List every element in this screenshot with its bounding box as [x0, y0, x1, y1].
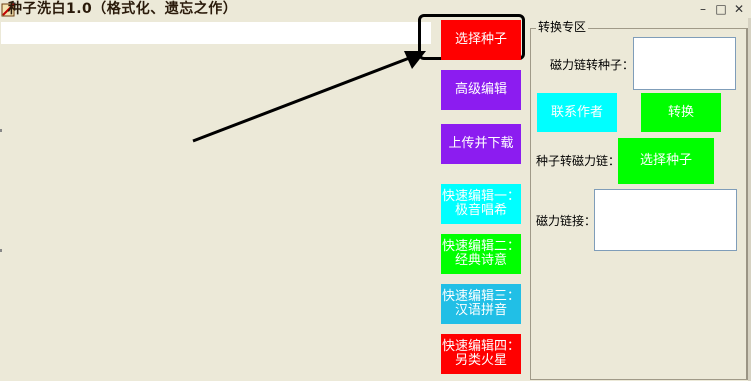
close-button[interactable]: ✕ — [731, 1, 747, 17]
minimize-button[interactable]: – — [695, 1, 711, 17]
quick-edit-1-button[interactable]: 快速编辑一： 极音唱希 — [441, 184, 521, 224]
magnet-to-seed-label: 磁力链转种子： — [550, 58, 635, 72]
edge-mark — [0, 249, 2, 252]
magnet-input[interactable] — [633, 37, 736, 90]
select-seed-convert-button[interactable]: 选择种子 — [618, 138, 714, 184]
quick-edit-4-button[interactable]: 快速编辑四： 另类火星 — [441, 334, 521, 374]
edge-mark — [0, 129, 2, 132]
magnet-link-output[interactable] — [594, 189, 737, 251]
upload-download-button[interactable]: 上传并下载 — [441, 124, 521, 164]
select-seed-button[interactable]: 选择种子 — [441, 20, 521, 60]
quick-edit-3-button[interactable]: 快速编辑三： 汉语拼音 — [441, 284, 521, 324]
quick-edit-2-button[interactable]: 快速编辑二： 经典诗意 — [441, 234, 521, 274]
torrent-path-input[interactable] — [1, 22, 431, 44]
convert-button[interactable]: 转换 — [641, 93, 721, 132]
magnet-link-label: 磁力链接： — [536, 214, 597, 228]
annotation-arrow — [192, 51, 426, 143]
convert-panel-legend: 转换专区 — [536, 20, 589, 34]
window-title: 种子洗白1.0（格式化、遗忘之作） — [8, 1, 238, 17]
title-bar: 种子洗白1.0（格式化、遗忘之作） – □ ✕ — [0, 0, 751, 18]
maximize-button[interactable]: □ — [713, 1, 729, 17]
seed-to-magnet-label: 种子转磁力链： — [536, 154, 621, 168]
advanced-edit-button[interactable]: 高级编辑 — [441, 70, 521, 110]
contact-author-button[interactable]: 联系作者 — [537, 93, 617, 132]
